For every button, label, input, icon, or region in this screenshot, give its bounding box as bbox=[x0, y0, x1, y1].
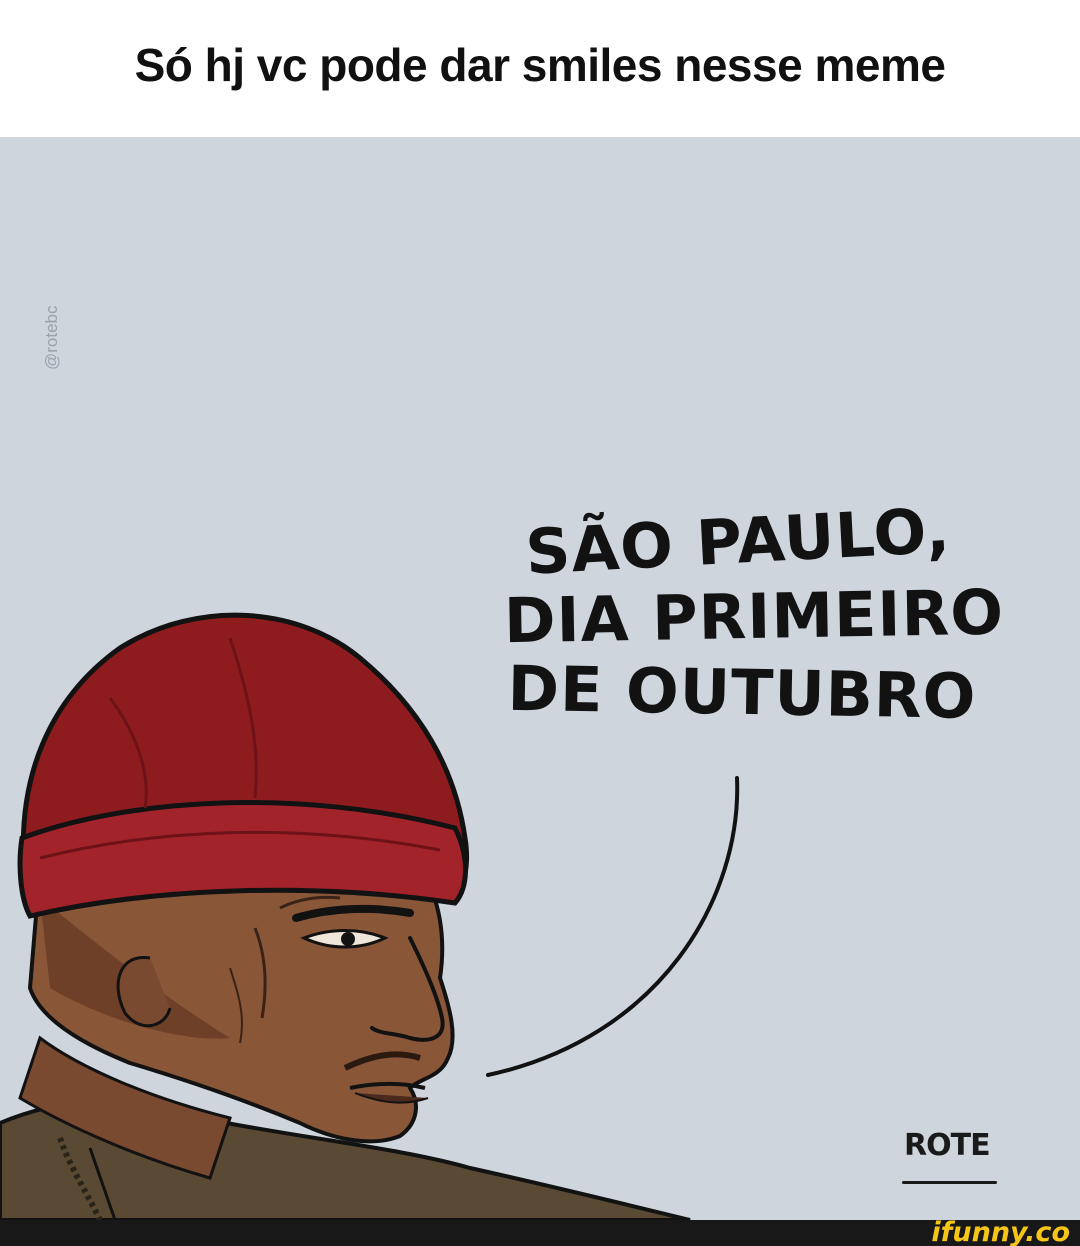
speech-line-2: DIA PRIMEIRO bbox=[503, 575, 1005, 658]
footer-bar: ifunny.co bbox=[0, 1217, 1080, 1246]
speech-line-3: DE OUTUBRO bbox=[507, 651, 978, 733]
ifunny-logo[interactable]: ifunny.co bbox=[931, 1217, 1070, 1246]
watermark-handle: @rotebc bbox=[42, 305, 61, 370]
caption-bar: Só hj vc pode dar smiles nesse meme bbox=[0, 0, 1080, 138]
speech-text: SÃO PAULO, DIA PRIMEIRO DE OUTUBRO bbox=[490, 494, 1010, 733]
speech-tail bbox=[486, 776, 740, 1077]
artist-signature: ROTE bbox=[904, 1128, 991, 1163]
comic-image: @rotebc SÃO PAULO, DIA PRIMEIRO DE OUTUB… bbox=[0, 138, 1080, 1220]
meme-caption: Só hj vc pode dar smiles nesse meme bbox=[134, 38, 946, 91]
signature-underline bbox=[902, 1181, 997, 1184]
